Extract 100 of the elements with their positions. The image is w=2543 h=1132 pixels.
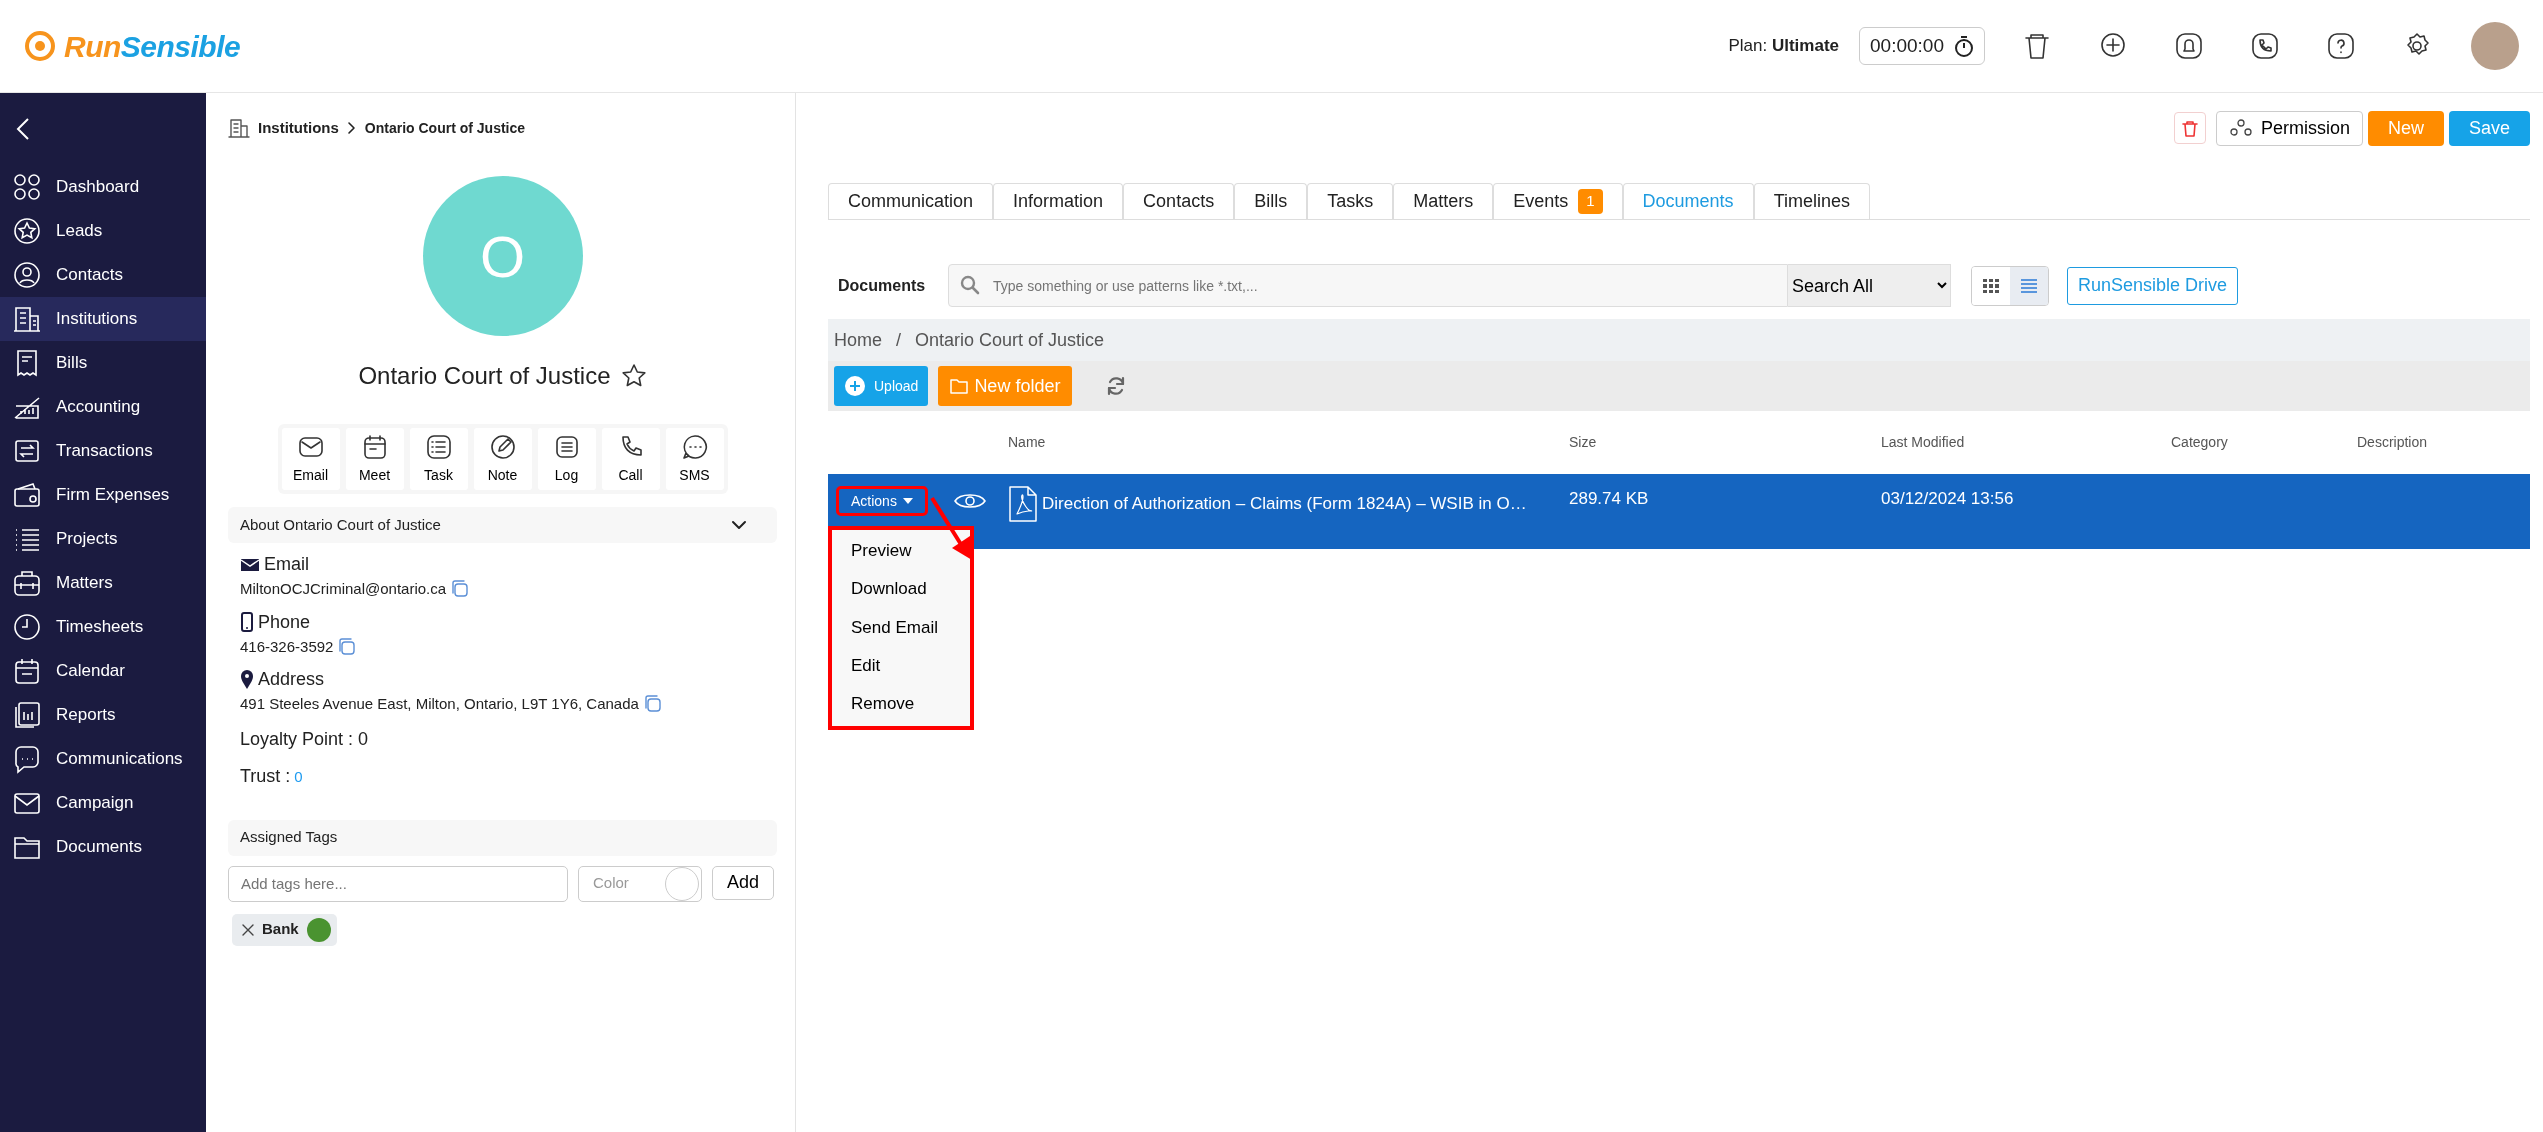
copy-icon[interactable] — [337, 636, 358, 657]
tag-label: Bank — [262, 919, 299, 940]
help-icon[interactable] — [2325, 30, 2357, 62]
caret-icon — [902, 498, 913, 504]
column-header: Description — [2357, 433, 2428, 452]
timer[interactable]: 00:00:00 — [1859, 27, 1985, 65]
field-value: 491 Steeles Avenue East, Milton, Ontario, L9T 1Y6, Canada — [240, 694, 639, 714]
file-name[interactable]: Direction of Authorization – Claims (Form 1824A) – WSIB in O… — [1042, 491, 1527, 517]
copy-icon[interactable] — [450, 579, 471, 600]
map-pin-icon — [240, 669, 254, 690]
search-scope-select[interactable]: Search All — [1788, 264, 1951, 307]
trust-label: Trust : — [240, 764, 291, 788]
menu-item[interactable]: Send Email — [832, 608, 957, 648]
field-label: Address — [258, 668, 325, 691]
grid-icon — [1983, 278, 1999, 293]
tab[interactable]: Matters — [1393, 183, 1494, 219]
briefcase-icon — [12, 568, 42, 598]
search-icon — [960, 275, 980, 295]
bell-icon[interactable] — [2173, 30, 2205, 62]
column-header: Last Modified — [1881, 433, 1966, 452]
list-icon — [424, 432, 453, 461]
add-tag-button[interactable]: Add — [712, 865, 774, 900]
sidebar-item[interactable]: Projects — [0, 517, 206, 561]
permission-button[interactable]: Permission — [2215, 110, 2363, 146]
sidebar-item[interactable]: Transactions — [0, 429, 206, 473]
plus-icon — [844, 375, 866, 397]
tag-input-field[interactable]: Add tags here... — [228, 865, 568, 902]
institution-name: Ontario Court of Justice — [358, 361, 611, 391]
about-section-header[interactable]: About Ontario Court of Justice — [228, 507, 777, 543]
people-icon — [2228, 118, 2253, 138]
sidebar-item[interactable]: Dashboard — [0, 165, 206, 209]
sidebar-item[interactable]: Documents — [0, 825, 206, 869]
phone-icon[interactable] — [2249, 30, 2281, 62]
tab[interactable]: Timelines — [1753, 183, 1870, 219]
calendar-icon — [12, 656, 42, 686]
star-icon[interactable] — [620, 363, 647, 389]
section-title: About Ontario Court of Justice — [240, 514, 441, 535]
quick-action-button[interactable]: Call — [601, 428, 660, 490]
report-icon — [12, 700, 42, 730]
section-title: Assigned Tags — [240, 827, 338, 848]
eye-icon[interactable] — [953, 491, 986, 511]
refresh-icon — [1106, 376, 1127, 396]
logo-icon — [24, 30, 56, 62]
avatar-circle: O — [422, 176, 583, 336]
loyalty-points: Loyalty Point : 0 — [239, 727, 370, 751]
tab[interactable]: Events 1 — [1493, 183, 1623, 219]
menu-item[interactable]: Remove — [832, 685, 934, 724]
chevron-down-icon — [731, 520, 747, 530]
sidebar-item[interactable]: Communications — [0, 737, 206, 781]
tab[interactable]: Bills — [1234, 183, 1308, 219]
chevron-right-icon — [346, 121, 357, 135]
tab[interactable]: Contacts — [1123, 183, 1235, 219]
quick-action-button[interactable]: Note — [473, 428, 532, 490]
view-toggle-button[interactable] — [2010, 266, 2048, 305]
copy-icon[interactable] — [642, 694, 663, 715]
chat-icon — [680, 432, 709, 461]
sidebar-item[interactable]: Campaign — [0, 781, 206, 825]
plan-label: Plan: Ultimate — [1728, 35, 1840, 58]
tab[interactable]: Information — [993, 183, 1124, 219]
close-icon[interactable] — [242, 923, 254, 936]
quick-action-button[interactable]: Task — [409, 428, 468, 490]
sidebar-item[interactable]: Reports — [0, 693, 206, 737]
back-icon[interactable] — [16, 117, 30, 141]
field-label: Phone — [258, 610, 311, 634]
tab[interactable]: Tasks — [1307, 183, 1394, 219]
path-link[interactable]: Home — [834, 326, 882, 354]
pdf-file-icon — [1008, 486, 1038, 522]
menu-item[interactable]: Edit — [832, 647, 900, 686]
building-icon — [228, 117, 250, 139]
sidebar-item[interactable]: Calendar — [0, 649, 206, 693]
file-modified-date: 03/12/2024 13:56 — [1881, 488, 2015, 510]
sidebar-item[interactable]: Timesheets — [0, 605, 206, 649]
quick-action-button[interactable]: SMS — [665, 428, 724, 490]
delete-button[interactable] — [2173, 112, 2206, 144]
mobile-icon — [240, 612, 254, 632]
quick-action-button[interactable]: Email — [281, 428, 340, 490]
breadcrumb-link[interactable]: Institutions — [258, 116, 339, 140]
tab[interactable]: Communication — [828, 183, 994, 219]
path-separator: / — [896, 328, 902, 352]
field-value: 416-326-3592 — [240, 636, 334, 657]
path-current: Ontario Court of Justice — [915, 328, 1105, 352]
sidebar-item[interactable]: Accounting — [0, 385, 206, 429]
sidebar-item[interactable]: Matters — [0, 561, 206, 605]
sidebar-item[interactable]: Institutions — [0, 297, 206, 341]
field-label: Email — [264, 553, 309, 576]
actions-button[interactable]: Actions — [836, 486, 928, 516]
sidebar-item[interactable]: Bills — [0, 341, 206, 385]
sidebar-item[interactable]: Contacts — [0, 253, 206, 297]
breadcrumb-current: Ontario Court of Justice — [364, 118, 526, 138]
sidebar-item[interactable]: Firm Expenses — [0, 473, 206, 517]
list-icon — [2021, 278, 2037, 293]
column-header: Name — [1008, 433, 1047, 452]
quick-action-button[interactable]: Meet — [345, 428, 404, 490]
search-field[interactable]: Type something or use patterns like *.txt,... — [948, 264, 1788, 307]
menu-item[interactable]: Download — [832, 570, 946, 609]
trash-icon — [2180, 119, 2199, 138]
quick-action-button[interactable]: Log — [537, 428, 596, 490]
documents-label: Documents — [837, 275, 927, 296]
sidebar-item[interactable]: Leads — [0, 209, 206, 253]
pencil-icon — [488, 432, 517, 461]
